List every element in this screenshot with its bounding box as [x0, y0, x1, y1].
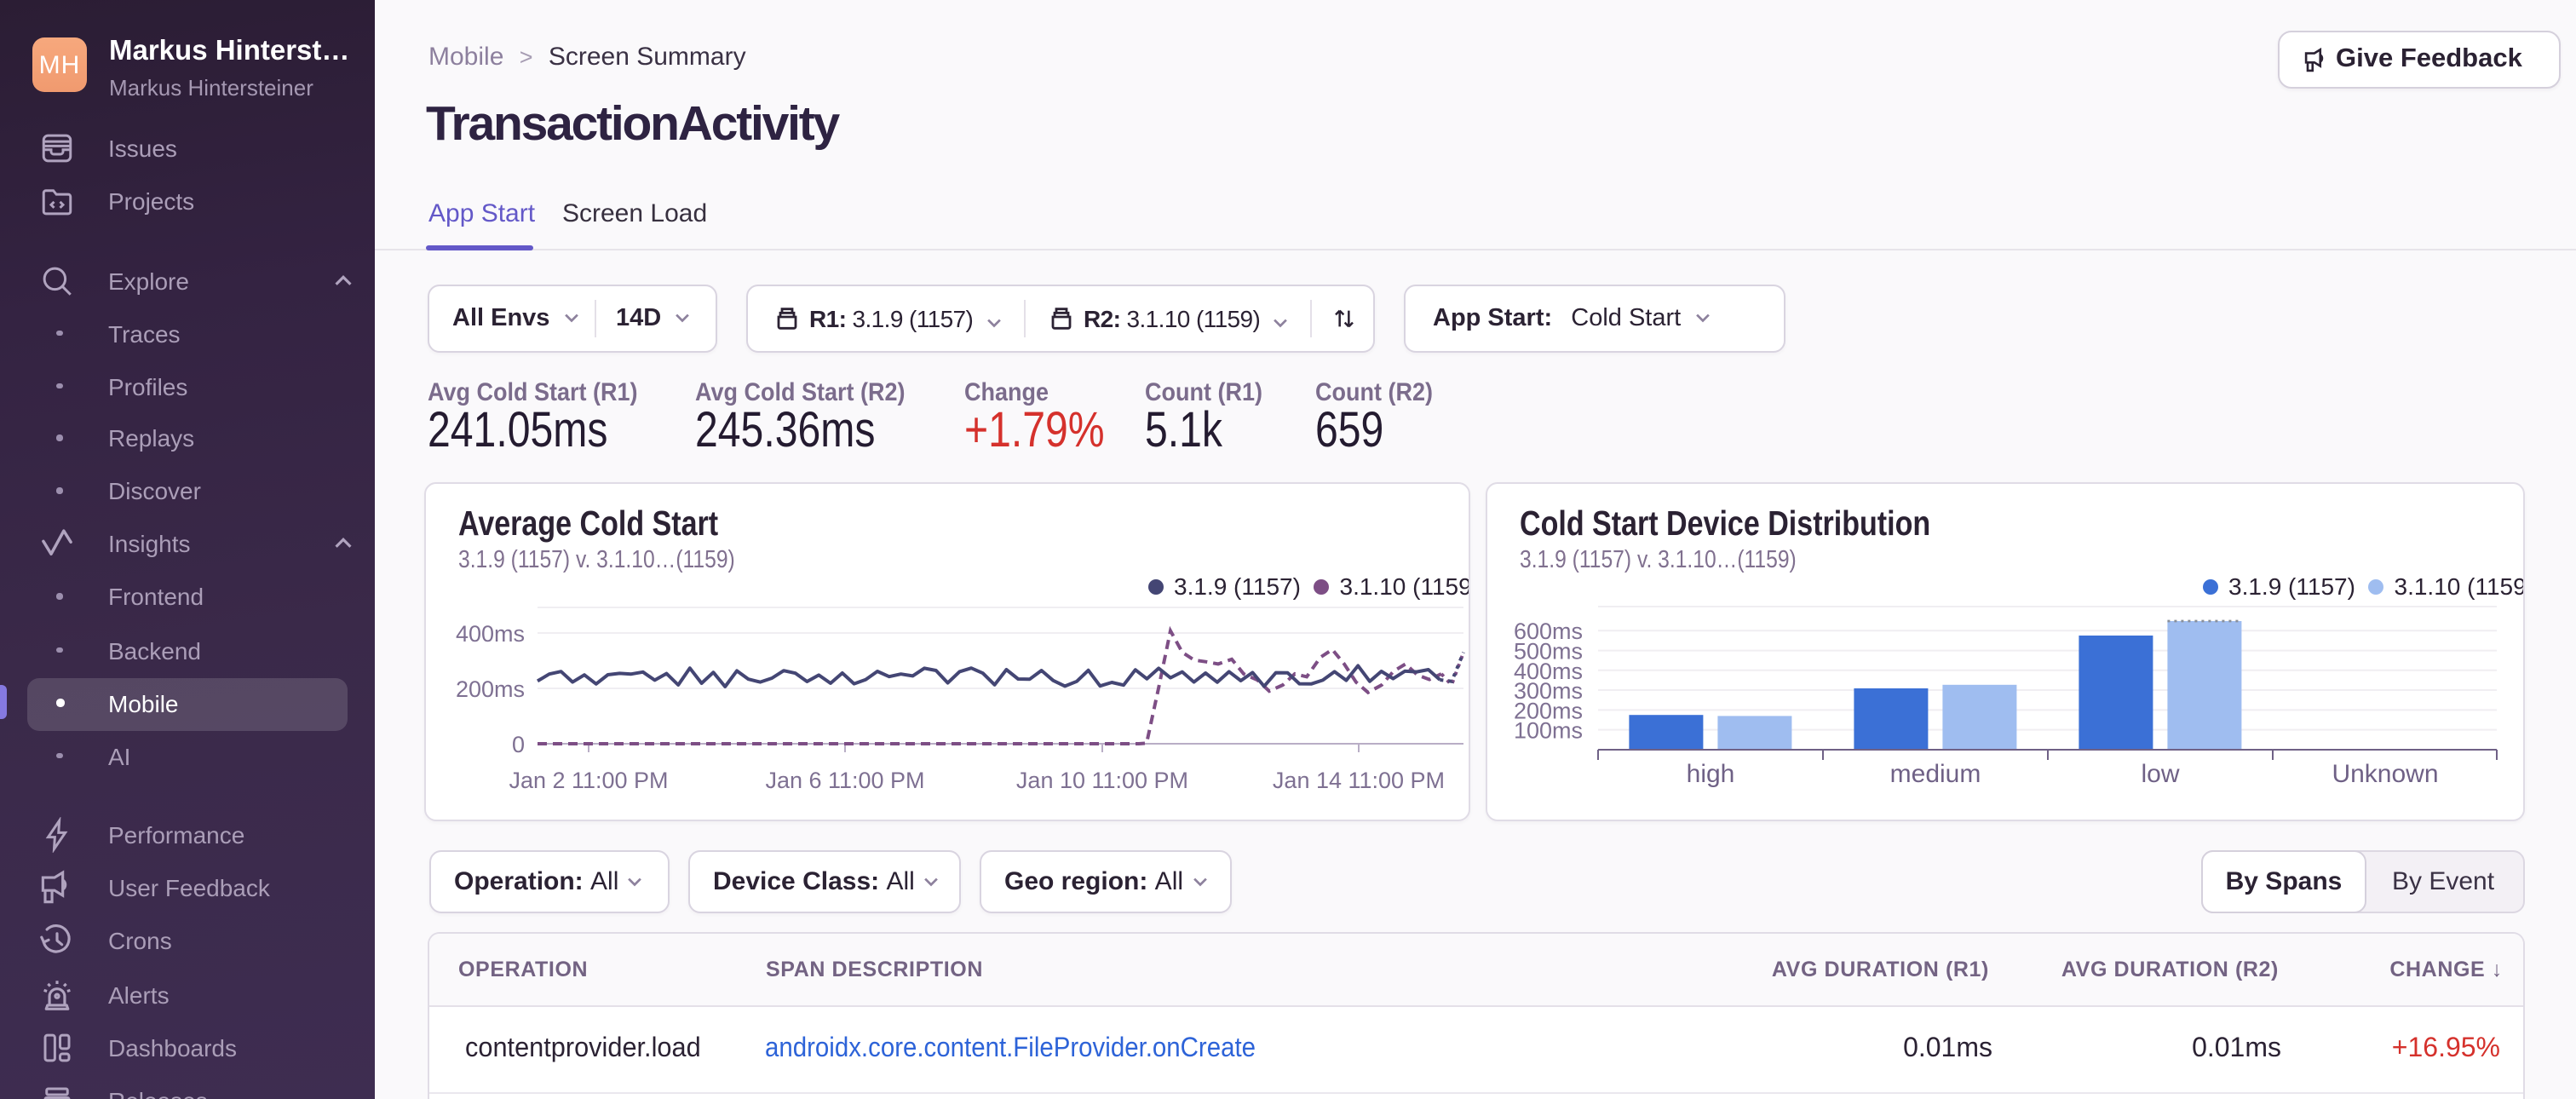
svg-text:low: low: [2141, 760, 2179, 788]
svg-text:Jan 14 11:00 PM: Jan 14 11:00 PM: [1273, 768, 1445, 793]
svg-text:400ms: 400ms: [456, 621, 525, 647]
svg-text:200ms: 200ms: [456, 676, 525, 702]
svg-text:Unknown: Unknown: [2332, 760, 2438, 788]
svg-text:0: 0: [512, 732, 525, 757]
svg-text:Jan 6 11:00 PM: Jan 6 11:00 PM: [765, 768, 924, 793]
svg-text:high: high: [1687, 760, 1735, 788]
svg-text:Jan 2 11:00 PM: Jan 2 11:00 PM: [509, 768, 668, 793]
svg-text:600ms: 600ms: [1514, 619, 1583, 644]
svg-text:medium: medium: [1890, 760, 1981, 788]
svg-text:Jan 10 11:00 PM: Jan 10 11:00 PM: [1016, 768, 1188, 793]
